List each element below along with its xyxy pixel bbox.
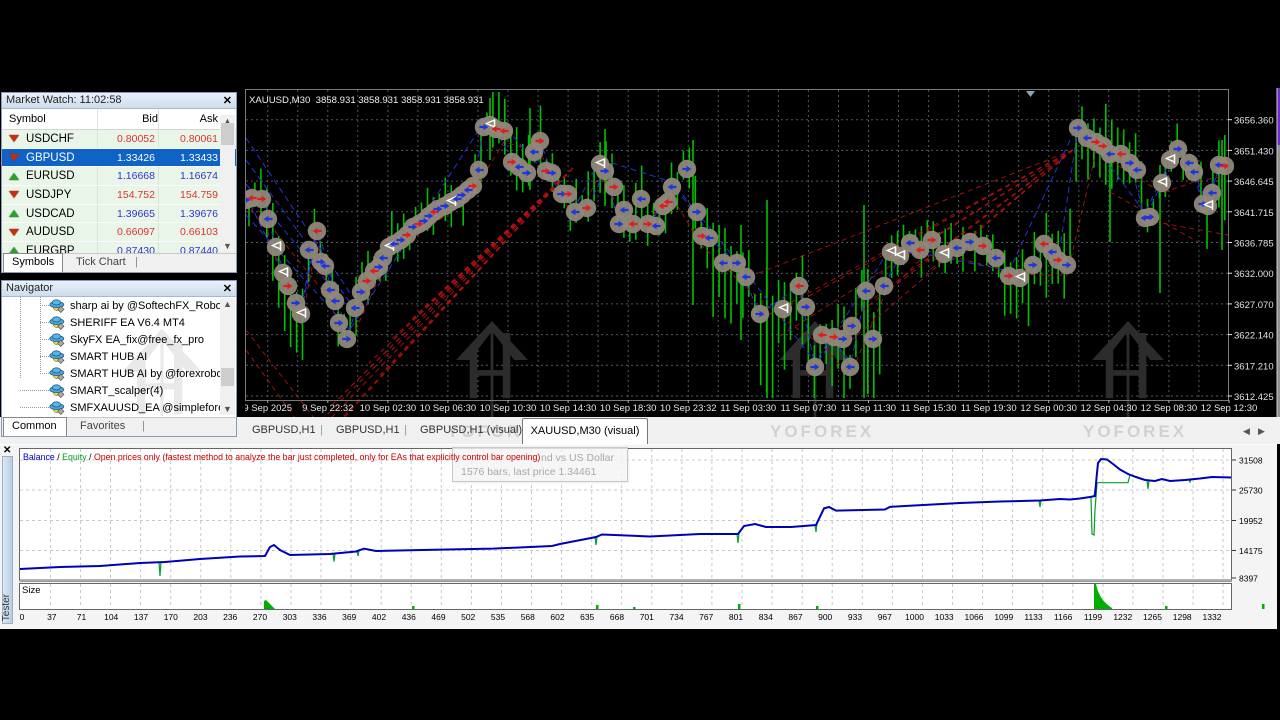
svg-text:11 Sep 19:30: 11 Sep 19:30 xyxy=(961,403,1017,414)
svg-text:137: 137 xyxy=(134,612,148,622)
svg-text:10 Sep 06:30: 10 Sep 06:30 xyxy=(420,403,477,414)
svg-text:12 Sep 04:30: 12 Sep 04:30 xyxy=(1081,403,1138,414)
svg-text:635: 635 xyxy=(580,612,594,622)
svg-text:12 Sep 00:30: 12 Sep 00:30 xyxy=(1020,403,1077,414)
svg-text:11 Sep 15:30: 11 Sep 15:30 xyxy=(901,403,957,414)
svg-text:10 Sep 10:30: 10 Sep 10:30 xyxy=(480,403,537,414)
svg-text:3646.645: 3646.645 xyxy=(1234,177,1274,188)
svg-text:9 Sep 2025: 9 Sep 2025 xyxy=(245,403,292,414)
svg-text:568: 568 xyxy=(521,612,535,622)
svg-text:31508: 31508 xyxy=(1239,456,1263,466)
svg-text:767: 767 xyxy=(699,612,713,622)
svg-text:10 Sep 02:30: 10 Sep 02:30 xyxy=(360,403,417,414)
svg-text:25730: 25730 xyxy=(1239,486,1263,496)
svg-text:1166: 1166 xyxy=(1054,612,1073,622)
svg-text:602: 602 xyxy=(550,612,564,622)
svg-text:14175: 14175 xyxy=(1239,546,1263,556)
svg-text:867: 867 xyxy=(788,612,802,622)
svg-text:535: 535 xyxy=(491,612,505,622)
svg-text:1000: 1000 xyxy=(905,612,924,622)
svg-text:701: 701 xyxy=(640,612,654,622)
svg-text:1033: 1033 xyxy=(935,612,954,622)
svg-text:203: 203 xyxy=(193,612,207,622)
svg-text:933: 933 xyxy=(848,612,862,622)
svg-text:967: 967 xyxy=(878,612,892,622)
svg-text:1298: 1298 xyxy=(1173,612,1192,622)
svg-text:1232: 1232 xyxy=(1113,612,1132,622)
svg-text:104: 104 xyxy=(104,612,118,622)
svg-text:900: 900 xyxy=(818,612,832,622)
svg-text:3651.430: 3651.430 xyxy=(1234,146,1274,157)
svg-text:11 Sep 11:30: 11 Sep 11:30 xyxy=(841,403,896,414)
svg-text:303: 303 xyxy=(283,612,297,622)
svg-text:236: 236 xyxy=(223,612,237,622)
svg-text:502: 502 xyxy=(461,612,475,622)
svg-text:3617.210: 3617.210 xyxy=(1234,361,1274,372)
svg-text:12 Sep 12:30: 12 Sep 12:30 xyxy=(1201,403,1258,414)
svg-text:9 Sep 22:32: 9 Sep 22:32 xyxy=(302,403,353,414)
svg-text:170: 170 xyxy=(164,612,178,622)
svg-text:3641.715: 3641.715 xyxy=(1234,208,1274,219)
svg-text:3632.000: 3632.000 xyxy=(1234,269,1274,280)
svg-text:19952: 19952 xyxy=(1239,516,1263,526)
svg-text:369: 369 xyxy=(342,612,356,622)
svg-text:1099: 1099 xyxy=(994,612,1013,622)
svg-text:801: 801 xyxy=(729,612,743,622)
svg-text:1133: 1133 xyxy=(1024,612,1043,622)
svg-text:12 Sep 08:30: 12 Sep 08:30 xyxy=(1141,403,1198,414)
svg-text:668: 668 xyxy=(610,612,624,622)
svg-text:11 Sep 07:30: 11 Sep 07:30 xyxy=(780,403,836,414)
svg-text:8397: 8397 xyxy=(1239,574,1258,584)
svg-text:71: 71 xyxy=(77,612,87,622)
svg-text:10 Sep 18:30: 10 Sep 18:30 xyxy=(600,403,657,414)
svg-text:11 Sep 03:30: 11 Sep 03:30 xyxy=(720,403,776,414)
svg-text:Size: Size xyxy=(22,585,40,596)
svg-text:436: 436 xyxy=(402,612,416,622)
svg-text:3627.070: 3627.070 xyxy=(1234,300,1274,311)
svg-text:336: 336 xyxy=(312,612,326,622)
svg-text:402: 402 xyxy=(372,612,386,622)
svg-text:3636.785: 3636.785 xyxy=(1234,239,1274,250)
svg-text:1265: 1265 xyxy=(1143,612,1162,622)
svg-text:XAUUSD,M30 3858.931 3858.931: XAUUSD,M30 3858.931 3858.931 3858.931 38… xyxy=(249,95,484,106)
svg-text:1332: 1332 xyxy=(1203,612,1222,622)
svg-text:734: 734 xyxy=(669,612,683,622)
svg-text:1199: 1199 xyxy=(1084,612,1103,622)
svg-text:1066: 1066 xyxy=(965,612,984,622)
svg-text:469: 469 xyxy=(431,612,445,622)
svg-text:37: 37 xyxy=(47,612,57,622)
svg-text:3622.140: 3622.140 xyxy=(1234,331,1274,342)
svg-text:10 Sep 14:30: 10 Sep 14:30 xyxy=(540,403,597,414)
svg-text:3612.425: 3612.425 xyxy=(1234,392,1274,403)
svg-text:10 Sep 23:32: 10 Sep 23:32 xyxy=(660,403,717,414)
svg-text:834: 834 xyxy=(759,612,773,622)
svg-text:270: 270 xyxy=(253,612,267,622)
svg-text:3656.360: 3656.360 xyxy=(1234,116,1274,127)
svg-text:0: 0 xyxy=(20,612,25,622)
